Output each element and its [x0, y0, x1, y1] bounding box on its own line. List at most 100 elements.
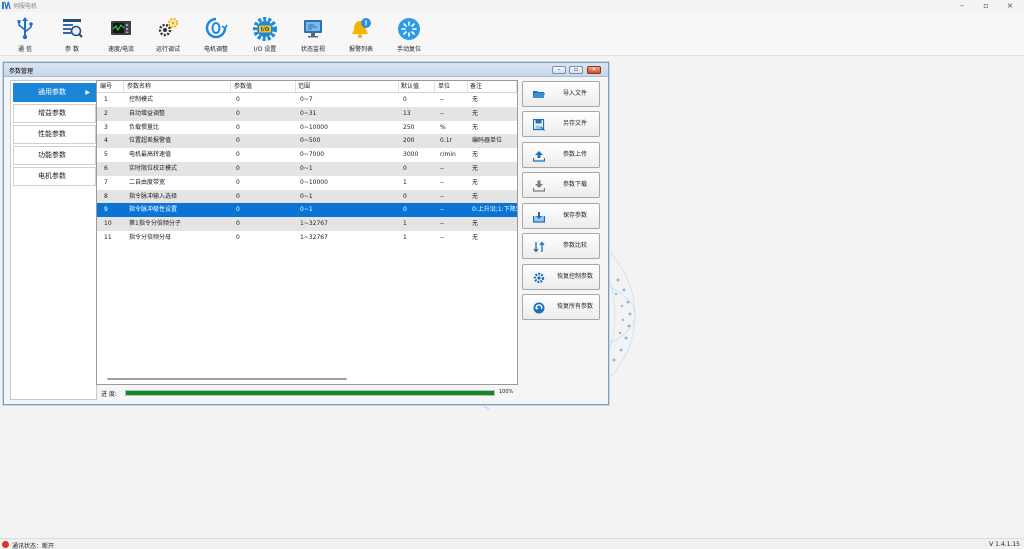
- table-row[interactable]: 9 指令脉冲极性设置 0 0~1 0 -- 0:上升沿;1:下降沿: [97, 203, 517, 218]
- toolbar-label: I/O 设置: [253, 46, 277, 53]
- table-cell: 实时限位校正模式: [129, 165, 178, 172]
- nav-item-label: 增益参数: [38, 109, 66, 117]
- column-header[interactable]: 参数值: [234, 81, 296, 92]
- column-header[interactable]: 编号: [100, 81, 124, 92]
- column-header[interactable]: 默认值: [401, 81, 435, 92]
- table-row[interactable]: 7 二自由度带宽 0 0~10000 1 -- 无: [97, 175, 517, 190]
- table-row[interactable]: 8 指令脉冲输入选择 0 0~1 0 -- 无: [97, 189, 517, 204]
- table-cell: 0: [236, 165, 240, 172]
- toolbar-manual-reset-button[interactable]: 手动复位: [384, 14, 434, 54]
- restore-control-params-button[interactable]: 恢复控制参数: [522, 264, 600, 290]
- button-label: 参数下载: [562, 181, 587, 188]
- table-cell: 0~31: [300, 109, 317, 117]
- parameter-download-button[interactable]: 参数下载: [522, 172, 600, 198]
- table-cell: --: [440, 109, 445, 117]
- nav-item-motor[interactable]: 电机参数: [13, 167, 96, 186]
- table-cell: 1: [403, 234, 407, 241]
- table-cell: 0~500: [300, 137, 321, 145]
- table-cell: r/min: [440, 151, 456, 159]
- table-cell: 自动增益调整: [129, 109, 166, 117]
- progress-percent: 100%: [499, 389, 514, 395]
- nav-item-function[interactable]: 功能参数: [13, 146, 96, 165]
- close-button[interactable]: ×: [1000, 0, 1020, 12]
- table-cell: 电机最高转速值: [129, 151, 172, 159]
- nav-item-gain[interactable]: 增益参数: [13, 104, 96, 123]
- table-cell: 6: [104, 165, 108, 172]
- table-cell: 指令分倍频分母: [129, 234, 172, 241]
- column-header[interactable]: 单位: [438, 81, 468, 92]
- parameter-compare-button[interactable]: 参数比较: [522, 233, 600, 259]
- button-label: 保存参数: [562, 212, 587, 219]
- table-cell: --: [440, 192, 445, 200]
- table-cell: 0: [236, 137, 240, 145]
- table-cell: 无: [472, 123, 479, 131]
- table-cell: 控制模式: [129, 96, 154, 103]
- table-cell: 0: [236, 192, 240, 200]
- table-cell: 13: [403, 109, 411, 117]
- motor-adjust-icon: [205, 17, 228, 39]
- table-cell: 7: [104, 178, 108, 186]
- import-file-button[interactable]: 导入文件: [522, 81, 600, 107]
- table-cell: 0: [403, 96, 407, 103]
- toolbar-label: 状态监视: [300, 46, 325, 53]
- table-cell: 2: [104, 109, 108, 117]
- table-row[interactable]: 6 实时限位校正模式 0 0~1 0 -- 无: [97, 162, 517, 176]
- dialog-minimize-button[interactable]: –: [552, 66, 566, 74]
- dialog-close-button[interactable]: ×: [587, 66, 601, 74]
- toolbar-alarm-list-button[interactable]: ! 报警列表: [336, 14, 386, 54]
- table-cell: 200: [403, 137, 415, 145]
- table-cell: 250: [403, 123, 415, 131]
- table-cell: 3000: [403, 151, 419, 159]
- parameter-upload-button[interactable]: 参数上传: [522, 142, 600, 168]
- column-header[interactable]: 范围: [298, 81, 399, 92]
- maximize-button[interactable]: ▫: [976, 0, 996, 12]
- parameter-category-nav: 通用参数 ▶ 增益参数 性能参数 功能参数 电机参数: [10, 80, 97, 400]
- nav-item-label: 功能参数: [38, 151, 66, 159]
- table-cell: 0: [236, 206, 240, 214]
- table-row[interactable]: 10 第1指令分倍频分子 0 1~32767 1 -- 无: [97, 217, 517, 231]
- table-cell: 指令脉冲极性设置: [129, 206, 178, 214]
- table-row[interactable]: 5 电机最高转速值 0 0~7000 3000 r/min 无: [97, 148, 517, 162]
- table-cell: 0.1r: [440, 137, 453, 145]
- table-cell: 1~32767: [300, 220, 328, 228]
- button-label: 参数比较: [562, 242, 587, 249]
- main-toolbar: 通 信 参 数 速度/电流 运行调试 电机调整 I/O I/O 设置 状态监视 …: [0, 12, 1024, 56]
- dialog-titlebar: 参数管理 – ▫ ×: [4, 63, 608, 77]
- nav-item-general[interactable]: 通用参数 ▶: [13, 83, 96, 102]
- horizontal-scrollbar[interactable]: [107, 378, 347, 380]
- toolbar-run-debug-button[interactable]: 运行调试: [143, 14, 193, 54]
- nav-item-performance[interactable]: 性能参数: [13, 125, 96, 144]
- table-row[interactable]: 2 自动增益调整 0 0~31 13 -- 无: [97, 106, 517, 121]
- reset-icon: [398, 18, 420, 40]
- table-cell: 0: [403, 206, 407, 214]
- button-label: 恢复控制参数: [556, 273, 593, 280]
- table-row[interactable]: 4 位置超差报警值 0 0~500 200 0.1r 编码器单位: [97, 134, 517, 149]
- table-row[interactable]: 11 指令分倍频分母 0 1~32767 1 -- 无: [97, 231, 517, 245]
- button-label: 另存文件: [562, 120, 587, 127]
- table-cell: 1~32767: [300, 234, 328, 241]
- button-label: 参数上传: [562, 151, 587, 158]
- minimize-button[interactable]: –: [952, 0, 972, 12]
- status-bar: 通讯状态：断开 V 1.4.1.15: [0, 538, 1024, 549]
- svg-text:!: !: [364, 20, 367, 28]
- save-parameters-button[interactable]: 保存参数: [522, 203, 600, 229]
- table-cell: 4: [104, 137, 108, 145]
- toolbar-motor-adjust-button[interactable]: 电机调整: [191, 14, 241, 54]
- restore-all-params-button[interactable]: 恢复所有参数: [522, 294, 600, 320]
- toolbar-communication-button[interactable]: 通 信: [0, 14, 50, 54]
- column-header[interactable]: 参数名称: [127, 81, 231, 92]
- dialog-restore-button[interactable]: ▫: [569, 66, 583, 74]
- save-as-file-button[interactable]: 另存文件: [522, 111, 600, 137]
- toolbar-label: 电机调整: [203, 46, 228, 53]
- button-label: 恢复所有参数: [556, 303, 593, 310]
- toolbar-parameters-button[interactable]: 参 数: [47, 14, 97, 54]
- table-cell: 0~10000: [300, 123, 328, 131]
- toolbar-io-settings-button[interactable]: I/O I/O 设置: [240, 14, 290, 54]
- table-row[interactable]: 3 负载惯量比 0 0~10000 250% 无: [97, 120, 517, 135]
- table-row[interactable]: 1 控制模式 0 0~7 0 -- 无: [97, 93, 517, 107]
- restore-all-icon: [533, 302, 545, 314]
- toolbar-speed-current-button[interactable]: 速度/电流: [96, 14, 146, 54]
- column-header[interactable]: 备注: [470, 81, 517, 92]
- table-cell: 0~1: [300, 165, 313, 172]
- toolbar-status-monitor-button[interactable]: 状态监视: [288, 14, 338, 54]
